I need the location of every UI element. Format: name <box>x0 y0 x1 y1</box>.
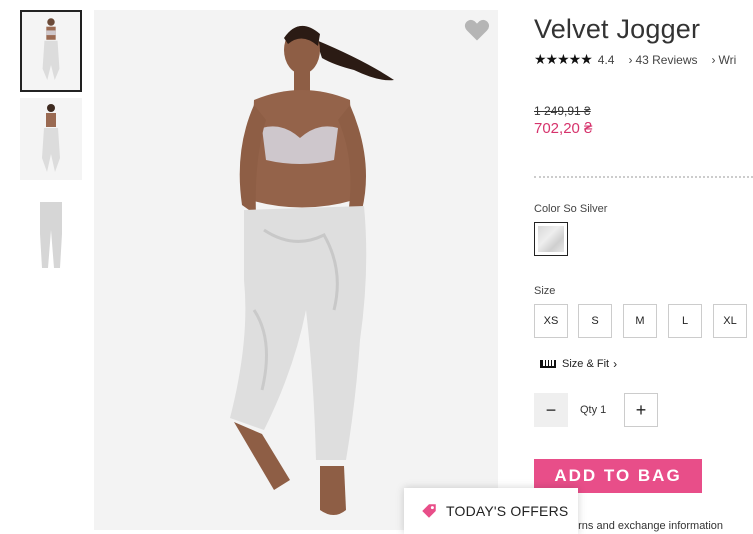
size-option-xl[interactable]: XL <box>713 304 747 338</box>
product-title: Velvet Jogger <box>534 14 701 44</box>
rating-row: ★★★★★ 4.4 › 43 Reviews › Wri <box>534 51 736 68</box>
size-option-xs[interactable]: XS <box>534 304 568 338</box>
color-label: Color So Silver <box>534 203 608 215</box>
write-review-label: Wri <box>718 52 737 67</box>
ruler-icon <box>540 360 556 368</box>
chevron-right-icon: › <box>628 52 633 67</box>
qty-value: Qty 1 <box>580 404 607 416</box>
model-illustration <box>94 10 498 530</box>
rating-value: 4.4 <box>597 52 615 67</box>
reviews-link[interactable]: › 43 Reviews <box>628 53 697 67</box>
heart-icon[interactable] <box>463 16 491 44</box>
thumbnail-model-front[interactable] <box>20 10 82 92</box>
thumbnail-product-flat[interactable] <box>20 194 82 276</box>
main-product-image[interactable] <box>94 10 498 530</box>
sale-price: 702,20 ₴ <box>534 120 593 137</box>
qty-decrease-button[interactable]: − <box>534 393 568 427</box>
original-price: 1 249,91 ₴ <box>534 104 591 118</box>
chevron-right-icon: › <box>613 357 618 371</box>
thumbnail-model-back[interactable] <box>20 98 82 180</box>
size-option-l[interactable]: L <box>668 304 702 338</box>
size-label: Size <box>534 285 556 297</box>
size-fit-link[interactable]: Size & Fit › <box>540 357 620 371</box>
offers-label: TODAY'S OFFERS <box>446 503 569 519</box>
todays-offers-button[interactable]: TODAY'S OFFERS <box>404 488 578 534</box>
reviews-label: 43 Reviews <box>635 52 698 67</box>
tag-icon <box>422 504 436 518</box>
returns-info-link[interactable]: urns and exchange information <box>572 520 723 532</box>
size-option-m[interactable]: M <box>623 304 657 338</box>
chevron-right-icon: › <box>711 52 716 67</box>
qty-increase-button[interactable]: + <box>624 393 658 427</box>
rating-stars: ★★★★★ <box>534 51 593 67</box>
color-swatch-so-silver[interactable] <box>534 222 568 256</box>
size-fit-label: Size & Fit <box>562 358 610 370</box>
write-review-link[interactable]: › Wri <box>711 53 736 67</box>
divider <box>534 176 753 178</box>
size-option-s[interactable]: S <box>578 304 612 338</box>
